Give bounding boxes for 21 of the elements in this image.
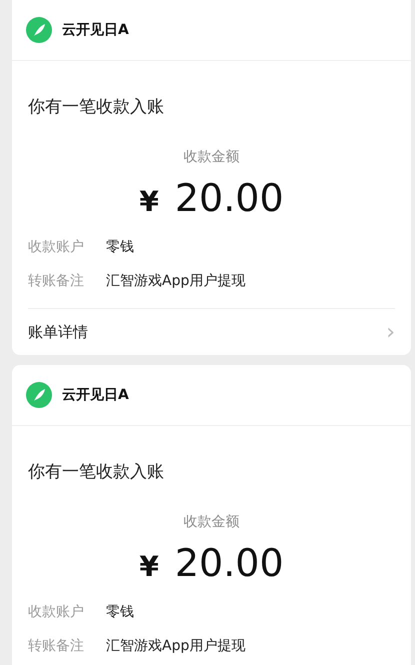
currency-symbol: ¥ xyxy=(139,185,159,218)
amount-value: 20.00 xyxy=(174,176,284,220)
field-value: 零钱 xyxy=(106,238,134,256)
field-value: 汇智游戏App用户提现 xyxy=(106,637,246,655)
message-title: 你有一笔收款入账 xyxy=(28,461,165,483)
feather-icon xyxy=(26,17,52,43)
field-label: 收款账户 xyxy=(28,603,84,621)
field-label: 收款账户 xyxy=(28,238,84,256)
bill-details-link[interactable]: 账单详情 › xyxy=(28,308,395,355)
field-value: 零钱 xyxy=(106,603,134,621)
amount-value: 20.00 xyxy=(174,541,284,585)
amount-label: 收款金额 xyxy=(182,513,240,531)
currency-symbol: ¥ xyxy=(139,550,159,583)
field-value: 汇智游戏App用户提现 xyxy=(106,272,246,290)
sender-name: 云开见日A xyxy=(62,386,129,404)
field-label: 转账备注 xyxy=(28,272,84,290)
message-title: 你有一笔收款入账 xyxy=(28,96,165,118)
amount-label: 收款金额 xyxy=(182,148,240,166)
sender-name: 云开见日A xyxy=(62,21,129,39)
feather-icon xyxy=(26,382,52,408)
field-label: 转账备注 xyxy=(28,637,84,655)
